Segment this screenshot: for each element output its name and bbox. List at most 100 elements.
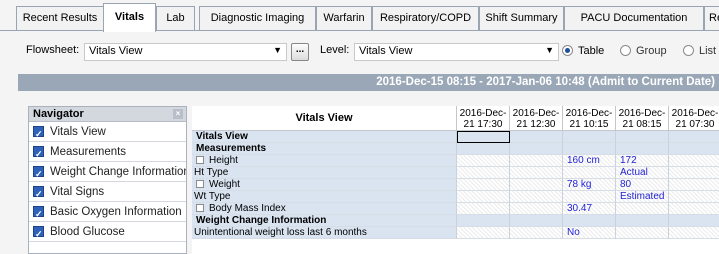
grid-cell[interactable] — [616, 203, 669, 215]
grid-cell[interactable] — [510, 215, 563, 227]
grid-cell[interactable] — [616, 143, 669, 155]
grid-cell[interactable] — [563, 215, 616, 227]
grid-cell[interactable] — [457, 215, 510, 227]
grid-cell[interactable] — [457, 179, 510, 191]
column-time: 21 08:15 — [622, 119, 662, 130]
nav-item-blood-glucose[interactable]: Blood Glucose — [29, 222, 186, 242]
grid-cell[interactable] — [457, 203, 510, 215]
grid-cell[interactable] — [669, 179, 719, 191]
date-range-bar: 2016-Dec-15 08:15 - 2017-Jan-06 10:48 (A… — [18, 74, 719, 91]
column-header-datetime[interactable]: 2016-Dec- 21 07:30 — [669, 106, 719, 131]
view-group-radio[interactable]: Group — [620, 45, 667, 57]
column-date: 2016-Dec- — [671, 108, 719, 119]
tab-overflow[interactable]: Re — [704, 6, 719, 31]
grid-cell[interactable]: 172 — [616, 155, 669, 167]
flowsheet-browse-button[interactable]: ... — [291, 43, 309, 61]
row-checkbox-icon[interactable] — [196, 156, 204, 164]
grid-cell[interactable] — [669, 155, 719, 167]
grid-cell[interactable] — [510, 131, 563, 143]
grid-title-header: Vitals View — [192, 106, 457, 131]
grid-cell[interactable] — [669, 227, 719, 239]
flowsheet-value: Vitals View — [89, 45, 143, 57]
tab-shift-summary[interactable]: Shift Summary — [479, 6, 564, 31]
tab-respiratory-copd[interactable]: Respiratory/COPD — [372, 6, 479, 31]
tab-warfarin[interactable]: Warfarin — [316, 6, 372, 31]
view-list-radio[interactable]: List — [683, 45, 716, 57]
table-row: Body Mass Index 30.47 — [192, 203, 719, 215]
table-row: Weight Change Information — [192, 215, 719, 227]
row-label-text: Vitals View — [196, 131, 248, 142]
grid-cell[interactable] — [669, 203, 719, 215]
nav-item-label: Weight Change Information — [50, 166, 186, 178]
row-checkbox-icon[interactable] — [196, 180, 204, 188]
close-icon[interactable]: × — [173, 109, 183, 119]
grid-cell[interactable]: 78 kg — [563, 179, 616, 191]
nav-item-weight-change[interactable]: Weight Change Information — [29, 162, 186, 182]
tab-recent-results[interactable]: Recent Results — [16, 6, 104, 31]
grid-cell[interactable] — [510, 143, 563, 155]
grid-cell[interactable] — [510, 167, 563, 179]
table-row: Wt Type Estimated — [192, 191, 719, 203]
nav-item-vital-signs[interactable]: Vital Signs — [29, 182, 186, 202]
grid-cell[interactable] — [510, 203, 563, 215]
nav-item-vitals-view[interactable]: Vitals View — [29, 122, 186, 142]
row-label[interactable]: Body Mass Index — [192, 203, 457, 215]
row-label[interactable]: Height — [192, 155, 457, 167]
checkbox-checked-icon[interactable] — [33, 224, 44, 241]
nav-item-basic-oxygen[interactable]: Basic Oxygen Information — [29, 202, 186, 222]
grid-cell[interactable] — [457, 155, 510, 167]
grid-cell[interactable] — [457, 143, 510, 155]
level-select[interactable]: Vitals View ▼ — [354, 43, 559, 61]
grid-cell[interactable] — [669, 191, 719, 203]
grid-cell[interactable] — [563, 131, 616, 143]
grid-cell[interactable] — [510, 227, 563, 239]
grid-cell[interactable]: 160 cm — [563, 155, 616, 167]
checkbox-checked-icon[interactable] — [33, 184, 44, 201]
grid-cell[interactable] — [563, 167, 616, 179]
tab-vitals[interactable]: Vitals — [103, 3, 156, 32]
grid-cell[interactable]: 30.47 — [563, 203, 616, 215]
column-header-datetime[interactable]: 2016-Dec- 21 17:30 — [457, 106, 510, 131]
checkbox-checked-icon[interactable] — [33, 164, 44, 181]
row-label: Unintentional weight loss last 6 months — [192, 227, 457, 239]
grid-cell[interactable]: Actual — [616, 167, 669, 179]
grid-cell[interactable] — [457, 131, 510, 143]
flowsheet-toolbar: Flowsheet: Vitals View ▼ ... Level: Vita… — [18, 36, 719, 68]
grid-cell[interactable] — [616, 131, 669, 143]
column-header-datetime[interactable]: 2016-Dec- 21 10:15 — [563, 106, 616, 131]
grid-cell[interactable] — [563, 191, 616, 203]
grid-cell[interactable] — [510, 191, 563, 203]
tab-lab[interactable]: Lab — [156, 6, 195, 31]
table-row: Unintentional weight loss last 6 months N… — [192, 227, 719, 239]
grid-cell[interactable] — [457, 191, 510, 203]
grid-cell[interactable] — [669, 167, 719, 179]
checkbox-checked-icon[interactable] — [33, 204, 44, 221]
tab-diagnostic-imaging[interactable]: Diagnostic Imaging — [199, 6, 316, 31]
column-header-datetime[interactable]: 2016-Dec- 21 12:30 — [510, 106, 563, 131]
view-group-label: Group — [636, 45, 667, 57]
nav-item-measurements[interactable]: Measurements — [29, 142, 186, 162]
grid-cell[interactable] — [510, 179, 563, 191]
grid-cell[interactable] — [616, 215, 669, 227]
grid-cell[interactable] — [669, 131, 719, 143]
column-header-datetime[interactable]: 2016-Dec- 21 08:15 — [616, 106, 669, 131]
grid-cell[interactable] — [510, 155, 563, 167]
view-table-radio[interactable]: Table — [562, 45, 604, 57]
row-label[interactable]: Weight — [192, 179, 457, 191]
grid-cell[interactable]: Estimated — [616, 191, 669, 203]
checkbox-checked-icon[interactable] — [33, 124, 44, 141]
grid-cell[interactable]: No — [563, 227, 616, 239]
flowsheet-select[interactable]: Vitals View ▼ — [84, 43, 287, 61]
navigator-panel: Navigator × Vitals View Measurements Wei… — [28, 106, 187, 254]
checkbox-checked-icon[interactable] — [33, 144, 44, 161]
row-label-text: Weight — [209, 179, 240, 190]
grid-cell[interactable] — [669, 143, 719, 155]
grid-cell[interactable] — [669, 215, 719, 227]
grid-cell[interactable]: 80 — [616, 179, 669, 191]
grid-cell[interactable] — [563, 143, 616, 155]
grid-cell[interactable] — [457, 227, 510, 239]
row-checkbox-icon[interactable] — [196, 204, 204, 212]
grid-cell[interactable] — [616, 227, 669, 239]
tab-pacu-documentation[interactable]: PACU Documentation — [564, 6, 704, 31]
grid-cell[interactable] — [457, 167, 510, 179]
